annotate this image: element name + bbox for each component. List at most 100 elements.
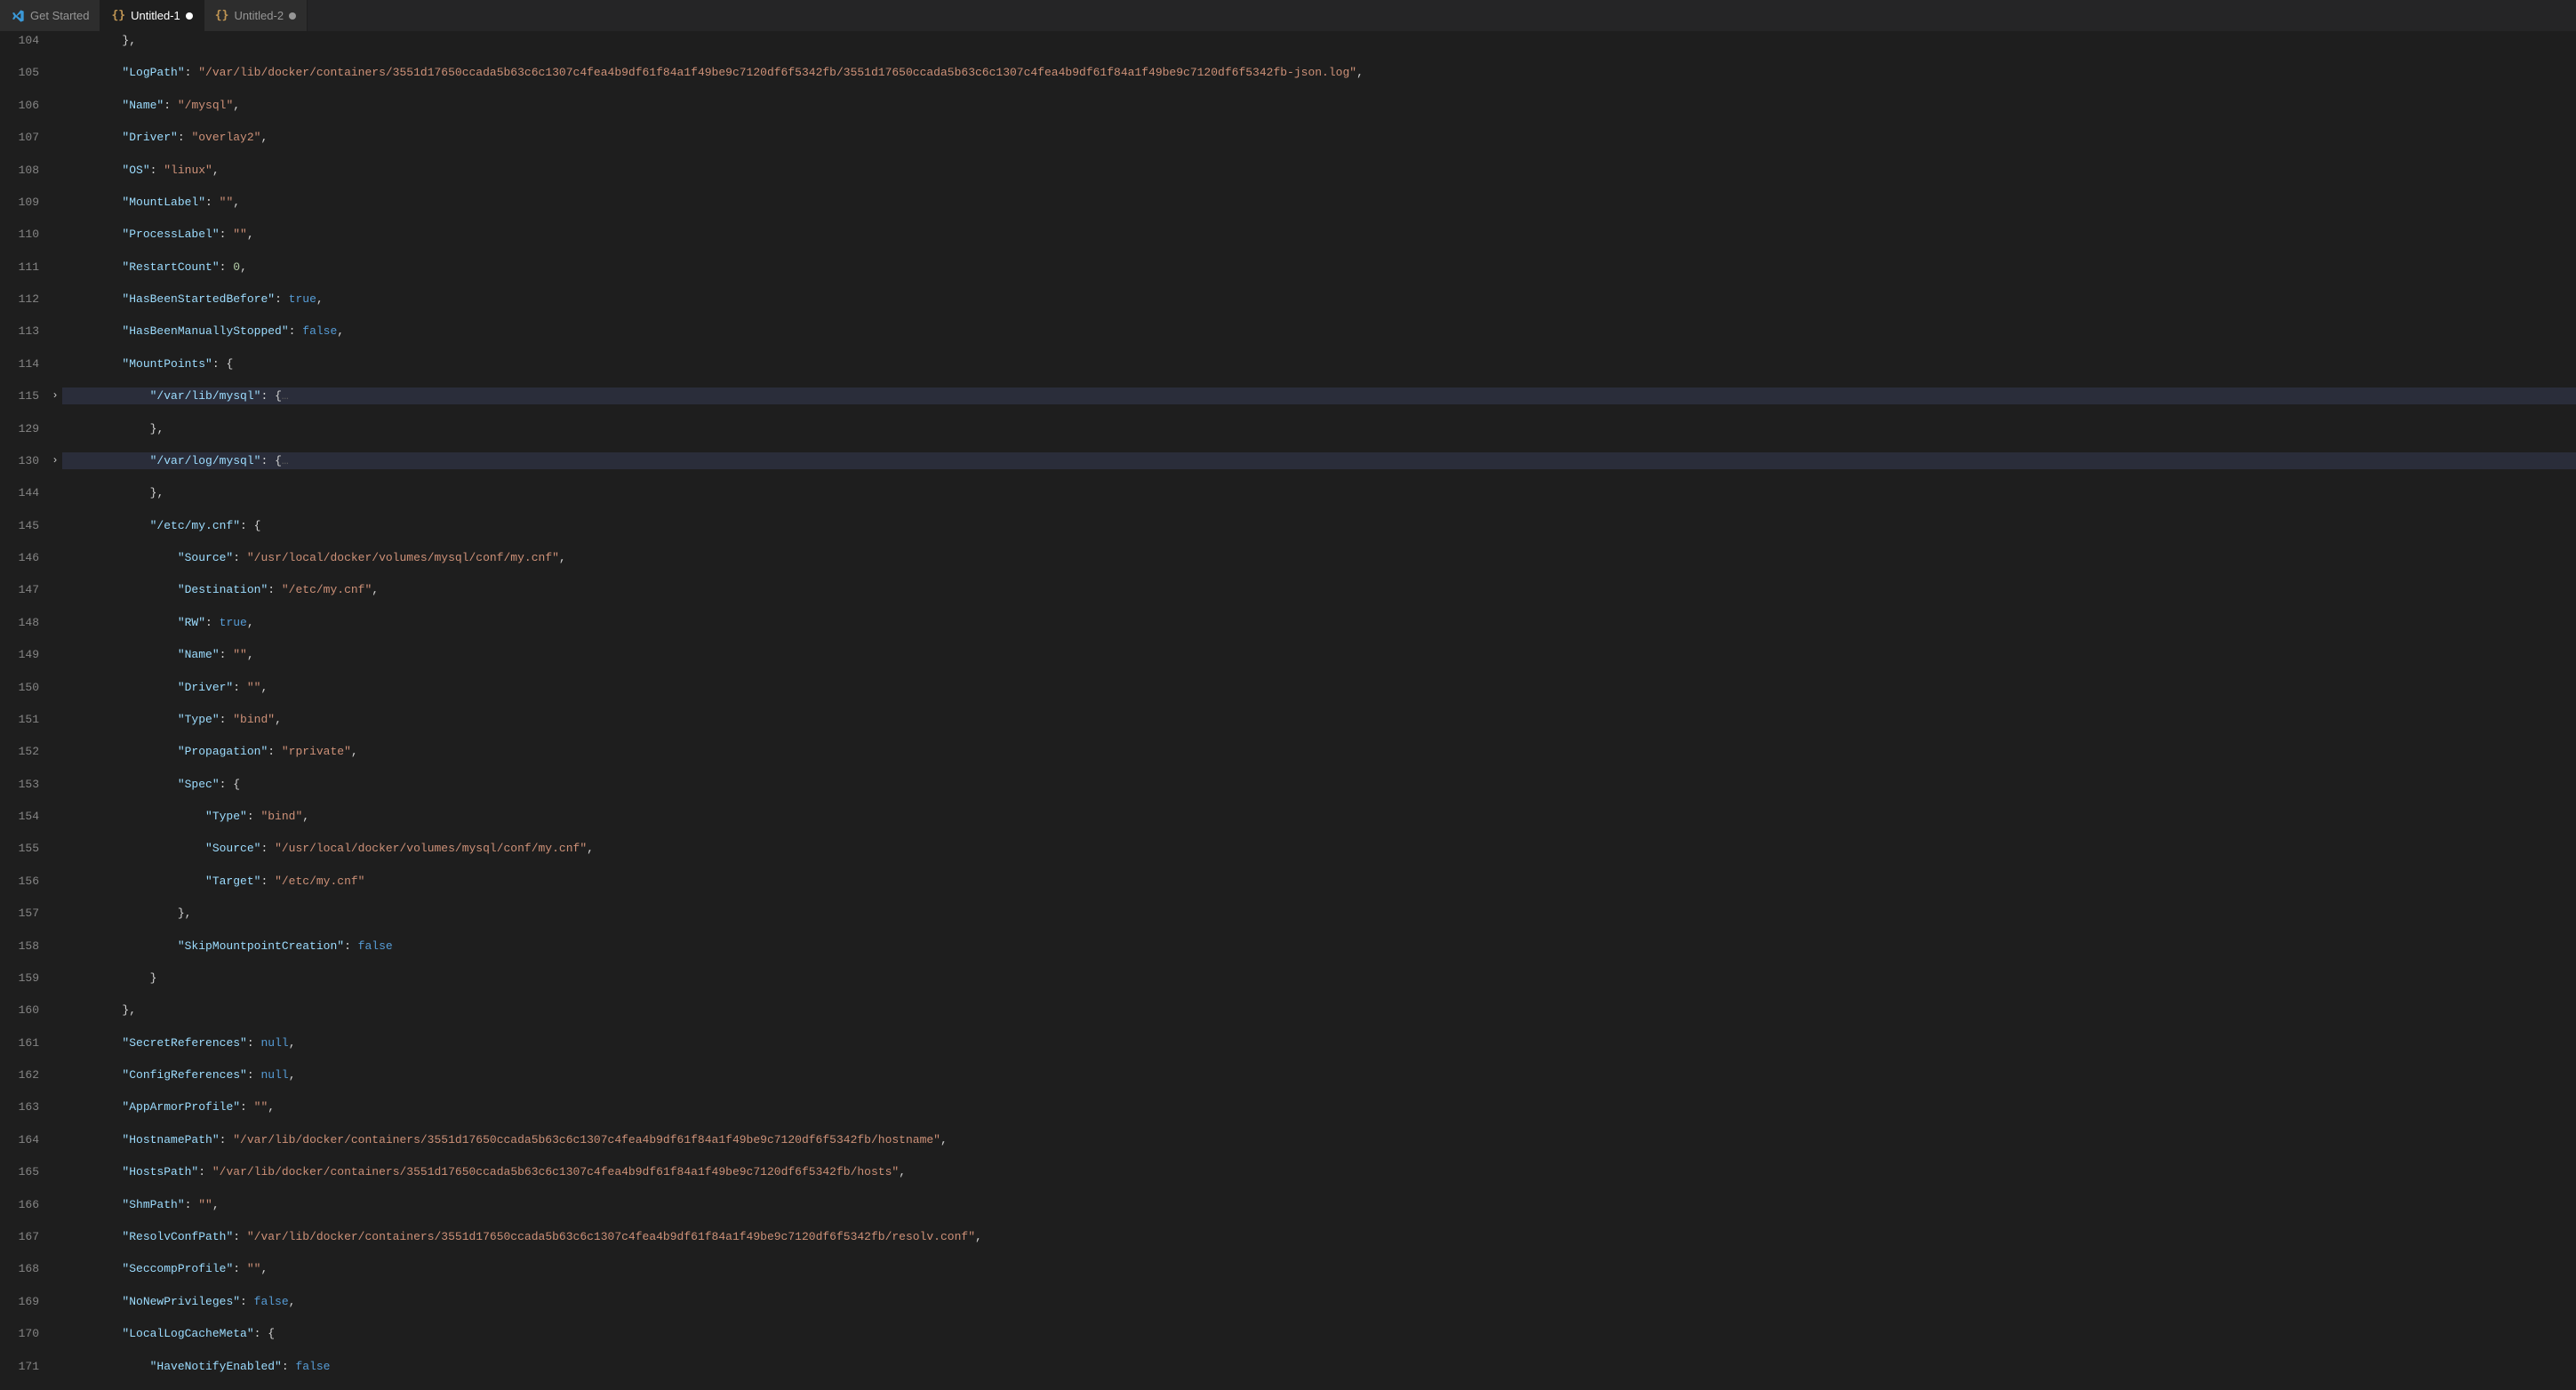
code-editor[interactable]: 104 },105 "LogPath": "/var/lib/docker/co… — [0, 32, 2576, 1390]
token-punc: : — [178, 131, 192, 144]
token-fold: … — [282, 389, 289, 403]
code-line[interactable]: }, — [62, 484, 2576, 501]
token-key: "HostnamePath" — [122, 1133, 219, 1146]
token-brace: { — [268, 1327, 275, 1340]
code-line[interactable]: "Driver": "overlay2", — [62, 129, 2576, 146]
token-key: "Source" — [178, 551, 233, 564]
token-punc: , — [268, 1100, 275, 1114]
code-line[interactable]: "SecretReferences": null, — [62, 1035, 2576, 1051]
code-line[interactable]: "SeccompProfile": "", — [62, 1260, 2576, 1277]
code-line[interactable]: "ProcessLabel": "", — [62, 226, 2576, 243]
code-line[interactable]: "Target": "/etc/my.cnf" — [62, 873, 2576, 890]
token-key: "ResolvConfPath" — [122, 1230, 233, 1243]
token-str: "/usr/local/docker/volumes/mysql/conf/my… — [247, 551, 559, 564]
token-punc: , — [233, 99, 240, 112]
fold-gutter — [48, 1228, 62, 1245]
code-line[interactable]: }, — [62, 420, 2576, 437]
token-punc: : — [150, 164, 164, 177]
code-line[interactable]: "Propagation": "rprivate", — [62, 743, 2576, 760]
code-line[interactable]: "LogPath": "/var/lib/docker/containers/3… — [62, 64, 2576, 81]
fold-gutter — [48, 420, 62, 437]
fold-gutter — [48, 1325, 62, 1342]
token-str: "/var/lib/docker/containers/3551d17650cc… — [247, 1230, 975, 1243]
code-line[interactable]: "/var/lib/mysql": {… — [62, 387, 2576, 404]
fold-chevron-icon[interactable]: › — [48, 452, 62, 469]
tab-untitled-2[interactable]: {}Untitled-2 — [204, 0, 308, 31]
token-num: 0 — [233, 260, 240, 274]
code-line[interactable]: "HaveNotifyEnabled": false — [62, 1358, 2576, 1375]
token-punc: : — [212, 357, 227, 371]
token-punc: , — [289, 1068, 296, 1082]
fold-chevron-icon[interactable]: › — [48, 387, 62, 404]
code-line[interactable]: "Source": "/usr/local/docker/volumes/mys… — [62, 549, 2576, 566]
token-punc: : — [185, 1198, 199, 1211]
code-line[interactable]: "AppArmorProfile": "", — [62, 1098, 2576, 1115]
line-number: 144 — [0, 484, 48, 501]
token-punc: , — [975, 1230, 982, 1243]
token-punc: : — [240, 1100, 254, 1114]
token-punc: , — [233, 196, 240, 209]
code-line[interactable]: "ResolvConfPath": "/var/lib/docker/conta… — [62, 1228, 2576, 1245]
code-line[interactable]: "SkipMountpointCreation": false — [62, 938, 2576, 955]
token-key: "Name" — [178, 648, 220, 661]
code-line[interactable]: }, — [62, 1002, 2576, 1019]
code-line[interactable]: "NoNewPrivileges": false, — [62, 1293, 2576, 1310]
token-str: "overlay2" — [191, 131, 260, 144]
code-line[interactable]: "Name": "/mysql", — [62, 97, 2576, 114]
code-line[interactable]: }, — [62, 905, 2576, 922]
token-punc: , — [372, 583, 379, 596]
fold-gutter — [48, 711, 62, 728]
token-brace: { — [275, 454, 282, 467]
token-key: "Spec" — [178, 778, 220, 791]
fold-gutter — [48, 226, 62, 243]
token-punc: , — [899, 1165, 906, 1178]
fold-gutter — [48, 776, 62, 793]
code-line[interactable]: "HasBeenStartedBefore": true, — [62, 291, 2576, 308]
code-line[interactable]: "ConfigReferences": null, — [62, 1066, 2576, 1083]
code-line[interactable]: "LocalLogCacheMeta": { — [62, 1325, 2576, 1342]
vscode-icon — [11, 9, 25, 23]
code-line[interactable]: "OS": "linux", — [62, 162, 2576, 179]
code-line[interactable]: "Driver": "", — [62, 679, 2576, 696]
code-line[interactable]: "Name": "", — [62, 646, 2576, 663]
code-line[interactable]: "/var/log/mysql": {… — [62, 452, 2576, 469]
token-key: "HostsPath" — [122, 1165, 198, 1178]
code-line[interactable]: "HostnamePath": "/var/lib/docker/contain… — [62, 1131, 2576, 1148]
fold-gutter — [48, 64, 62, 81]
code-line[interactable]: }, — [62, 32, 2576, 49]
token-punc: , — [1356, 66, 1364, 79]
code-line[interactable]: "RestartCount": 0, — [62, 259, 2576, 276]
token-key: "Driver" — [178, 681, 233, 694]
code-line[interactable]: "RW": true, — [62, 614, 2576, 631]
token-key: "Target" — [205, 875, 260, 888]
token-key: "SeccompProfile" — [122, 1262, 233, 1275]
token-punc: , — [940, 1133, 948, 1146]
token-key: "NoNewPrivileges" — [122, 1295, 240, 1308]
fold-gutter — [48, 905, 62, 922]
code-line[interactable]: "MountPoints": { — [62, 355, 2576, 372]
token-punc: , — [247, 228, 254, 241]
code-line[interactable]: "Source": "/usr/local/docker/volumes/mys… — [62, 840, 2576, 857]
token-punc: : — [344, 939, 358, 953]
code-line[interactable]: } — [62, 970, 2576, 987]
token-key: "/etc/my.cnf" — [150, 519, 240, 532]
token-punc: : — [220, 260, 234, 274]
fold-gutter — [48, 1002, 62, 1019]
token-punc: , — [587, 842, 594, 855]
code-line[interactable]: "ShmPath": "", — [62, 1196, 2576, 1213]
code-line[interactable]: "MountLabel": "", — [62, 194, 2576, 211]
code-line[interactable]: "HostsPath": "/var/lib/docker/containers… — [62, 1163, 2576, 1180]
code-line[interactable]: "Destination": "/etc/my.cnf", — [62, 581, 2576, 598]
tab-untitled-1[interactable]: {}Untitled-1 — [100, 0, 204, 31]
code-line[interactable]: "Type": "bind", — [62, 808, 2576, 825]
code-line[interactable]: "Spec": { — [62, 776, 2576, 793]
token-key: "HaveNotifyEnabled" — [150, 1360, 282, 1373]
fold-gutter — [48, 32, 62, 49]
fold-gutter — [48, 1260, 62, 1277]
code-line[interactable]: "HasBeenManuallyStopped": false, — [62, 323, 2576, 340]
tab-get-started[interactable]: Get Started — [0, 0, 100, 31]
code-line[interactable]: "/etc/my.cnf": { — [62, 517, 2576, 534]
token-brace: } — [150, 971, 157, 985]
code-line[interactable]: "Type": "bind", — [62, 711, 2576, 728]
line-number: 110 — [0, 226, 48, 243]
